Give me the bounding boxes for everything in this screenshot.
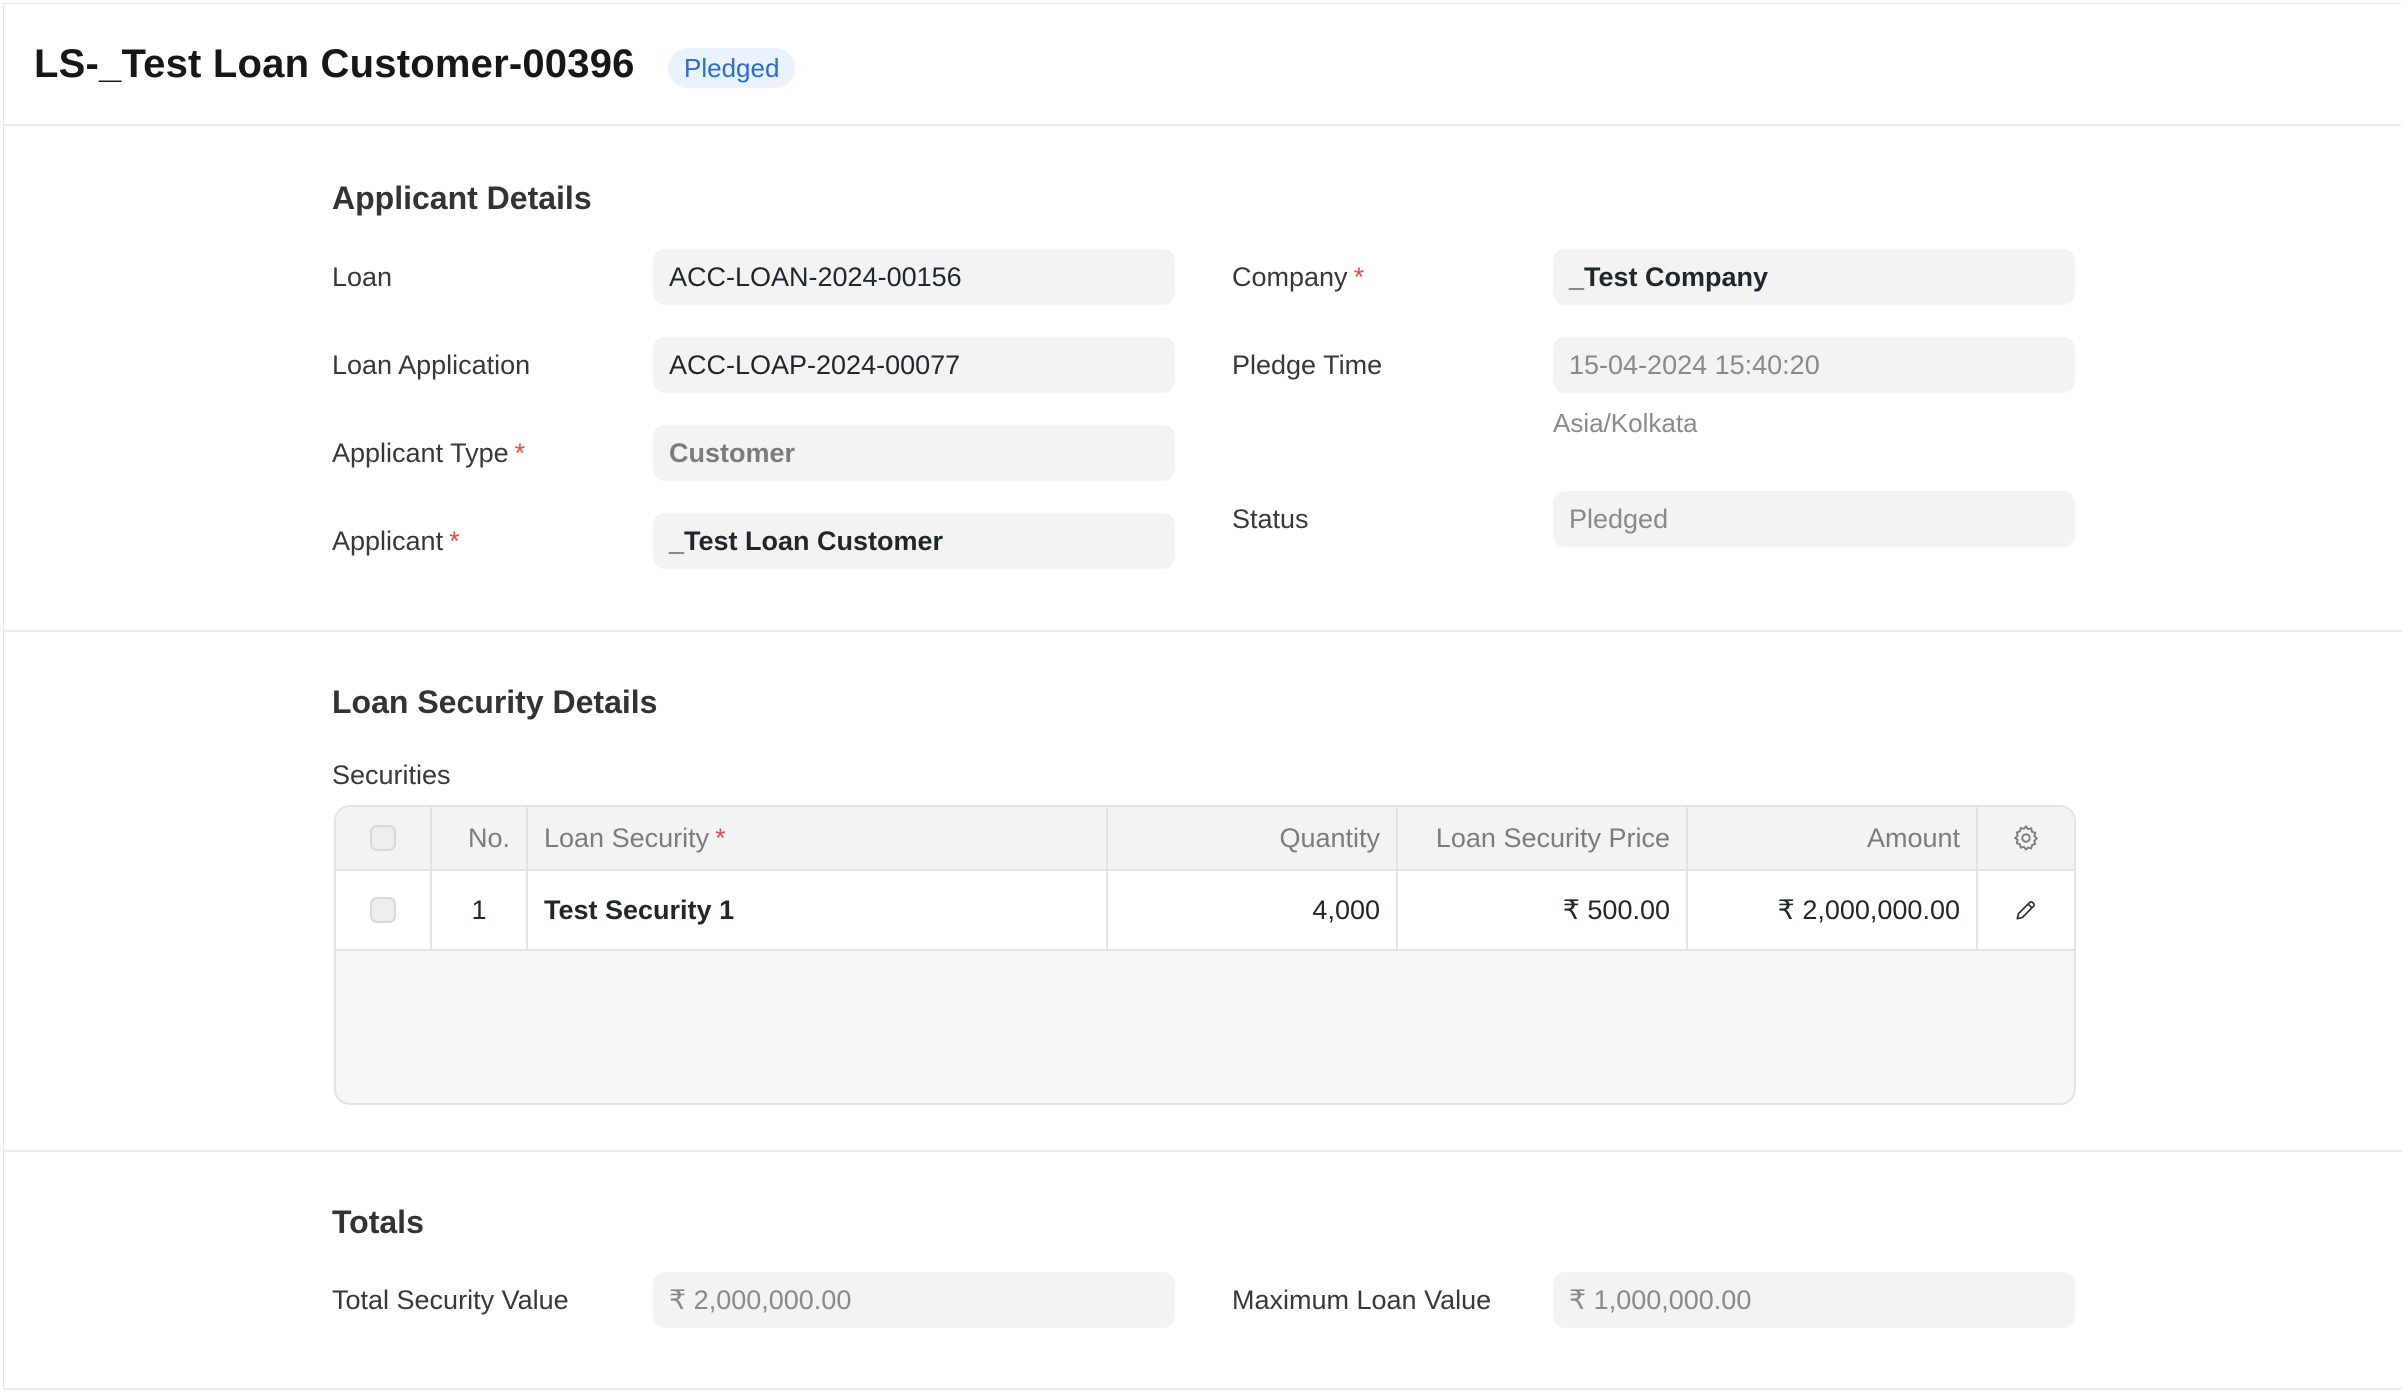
table-header: No. Loan Security * Quantity Loan Securit…: [336, 807, 2074, 871]
timezone-hint: Asia/Kolkata: [1553, 408, 1698, 438]
applicant-type-label: Applicant Type *: [332, 438, 526, 468]
gear-icon[interactable]: [2011, 823, 2041, 853]
loan-field[interactable]: ACC-LOAN-2024-00156: [653, 249, 1175, 305]
status-field[interactable]: Pledged: [1553, 491, 2075, 547]
total-security-value-label: Total Security Value: [332, 1285, 569, 1315]
company-label: Company *: [1232, 262, 1365, 292]
maximum-loan-value-label: Maximum Loan Value: [1232, 1285, 1492, 1315]
applicant-type-field[interactable]: Customer: [653, 425, 1175, 481]
table-row[interactable]: 1 Test Security 1 4,000 ₹ 500.00 ₹ 2,000…: [336, 871, 2074, 951]
section-title-totals: Totals: [332, 1204, 424, 1240]
row-select-cell: [336, 871, 432, 949]
securities-label: Securities: [332, 760, 451, 790]
applicant-label: Applicant *: [332, 526, 460, 556]
required-marker: *: [715, 822, 726, 853]
column-settings-cell: [1978, 807, 2074, 869]
loan-application-field[interactable]: ACC-LOAP-2024-00077: [653, 337, 1175, 393]
pledge-time-field[interactable]: 15-04-2024 15:40:20: [1553, 337, 2075, 393]
row-price[interactable]: ₹ 500.00: [1398, 871, 1688, 949]
status-badge: Pledged: [668, 48, 796, 88]
loan-label: Loan: [332, 262, 393, 292]
section-divider: [4, 630, 2402, 632]
loan-application-label: Loan Application: [332, 350, 531, 380]
required-marker: *: [1353, 262, 1365, 292]
column-header-price: Loan Security Price: [1398, 807, 1688, 869]
page-title: LS-_Test Loan Customer-00396: [34, 42, 635, 86]
company-field[interactable]: _Test Company: [1553, 249, 2075, 305]
column-header-quantity: Quantity: [1108, 807, 1398, 869]
select-all-cell: [336, 807, 432, 869]
column-header-loan-security: Loan Security *: [528, 807, 1108, 869]
maximum-loan-value-field[interactable]: ₹ 1,000,000.00: [1553, 1272, 2075, 1328]
securities-table: No. Loan Security * Quantity Loan Securit…: [334, 805, 2076, 1105]
section-title-loan-security-details: Loan Security Details: [332, 684, 658, 720]
row-edit-cell: [1978, 871, 2074, 949]
required-marker: *: [514, 438, 526, 468]
row-quantity[interactable]: 4,000: [1108, 871, 1398, 949]
pencil-icon[interactable]: [2011, 895, 2041, 925]
row-amount[interactable]: ₹ 2,000,000.00: [1688, 871, 1978, 949]
row-loan-security[interactable]: Test Security 1: [528, 871, 1108, 949]
form-page: LS-_Test Loan Customer-00396 Pledged App…: [3, 3, 2402, 1390]
column-header-amount: Amount: [1688, 807, 1978, 869]
select-all-checkbox[interactable]: [370, 825, 396, 851]
applicant-field[interactable]: _Test Loan Customer: [653, 513, 1175, 569]
section-divider: [4, 1388, 2402, 1390]
section-divider: [4, 1150, 2402, 1152]
required-marker: *: [449, 526, 460, 556]
row-checkbox[interactable]: [370, 897, 396, 923]
column-header-no: No.: [432, 807, 528, 869]
row-no: 1: [432, 871, 528, 949]
total-security-value-field[interactable]: ₹ 2,000,000.00: [653, 1272, 1175, 1328]
section-title-applicant-details: Applicant Details: [332, 180, 592, 216]
pledge-time-label: Pledge Time: [1232, 350, 1383, 380]
status-label: Status: [1232, 504, 1309, 534]
page-header: LS-_Test Loan Customer-00396 Pledged: [4, 4, 2401, 126]
